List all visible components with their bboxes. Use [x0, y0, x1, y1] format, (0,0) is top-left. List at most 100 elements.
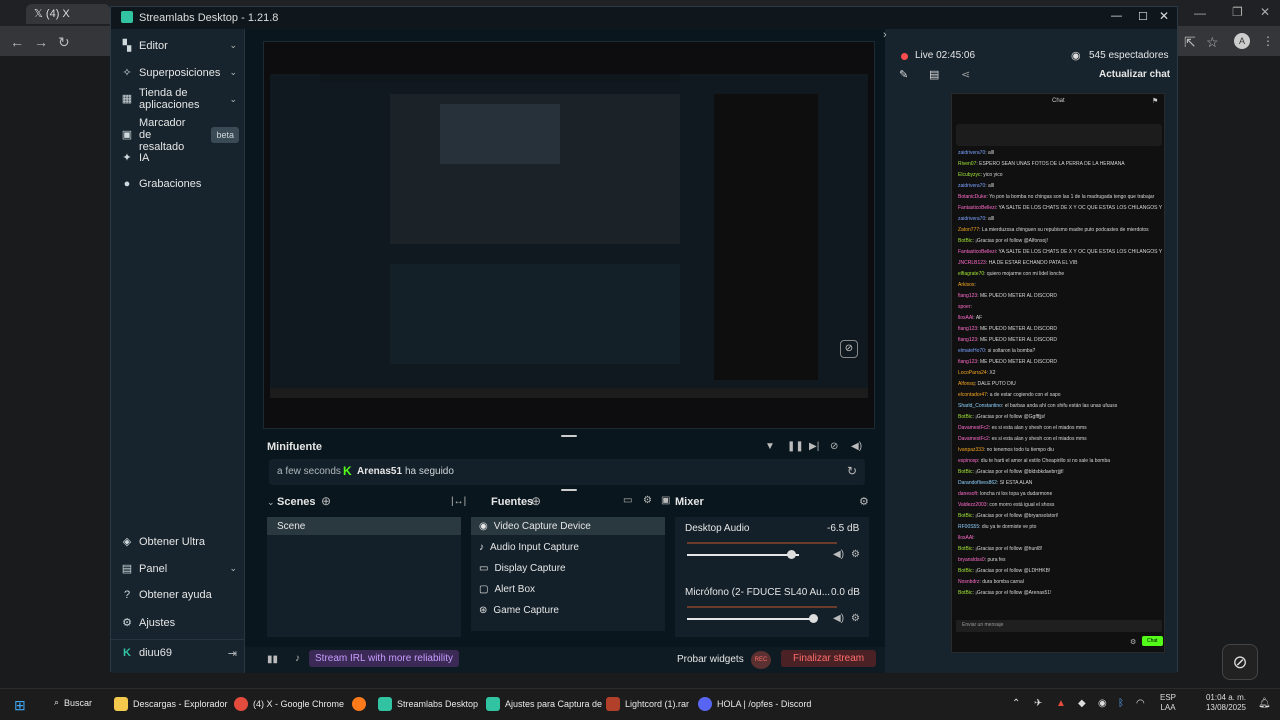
chat-username[interactable]: FantasticoBellezi: [958, 205, 996, 211]
profile-avatar[interactable]: A: [1234, 33, 1250, 49]
repeat-icon[interactable]: ↻: [847, 464, 857, 478]
pause-icon[interactable]: ❚❚: [787, 441, 804, 452]
mixer-settings-icon[interactable]: ⚙: [859, 495, 869, 508]
chat-username[interactable]: FantasticoBellezi: [958, 249, 996, 255]
tray-app-icon[interactable]: ◆: [1078, 698, 1086, 709]
test-widgets-button[interactable]: Probar widgets: [677, 654, 744, 665]
install-icon[interactable]: ⇱: [1184, 34, 1196, 51]
chat-username[interactable]: Darandoflives862: [958, 480, 997, 486]
chat-input[interactable]: Enviar un mensaje: [956, 620, 1162, 632]
add-source-icon[interactable]: ⊕: [531, 494, 541, 508]
windows-start-icon[interactable]: ⊞: [14, 697, 26, 714]
taskbar-app-streamlabs[interactable]: Streamlabs Desktop: [378, 697, 478, 711]
chat-username[interactable]: danesoft: [958, 491, 977, 497]
bookmark-icon[interactable]: ☆: [1206, 34, 1219, 51]
chat-username[interactable]: BotBic: [958, 546, 972, 552]
taskbar-app-winrar[interactable]: Lightcord (1).rar: [606, 697, 689, 711]
chat-username[interactable]: DavamestFc2: [958, 425, 989, 431]
info-icon[interactable]: ▤: [929, 68, 939, 81]
speaker-icon[interactable]: ◀): [833, 613, 844, 624]
edit-icon[interactable]: ✎: [899, 68, 908, 81]
chat-username[interactable]: DavamestFc2: [958, 436, 989, 442]
chat-username[interactable]: BotanicDuke: [958, 194, 986, 200]
taskbar-app-firefox[interactable]: [352, 697, 366, 711]
wifi-icon[interactable]: ◠: [1136, 698, 1145, 709]
volume-slider[interactable]: [787, 550, 796, 559]
close-icon[interactable]: ✕: [1159, 9, 1169, 23]
sidebar-item-panel[interactable]: ▤ Panel ⌄: [121, 562, 239, 576]
tray-app-icon[interactable]: ◉: [1098, 698, 1107, 709]
sidebar-item-app-store[interactable]: ▦ Tienda de aplicaciones ⌄: [121, 87, 239, 111]
source-settings-icon[interactable]: ⚙: [643, 495, 652, 506]
source-item[interactable]: ▭ Display Capture: [479, 563, 566, 574]
chat-username[interactable]: BotBic: [958, 590, 972, 596]
chat-username[interactable]: Riven07: [958, 161, 976, 167]
notifications-icon[interactable]: 🔔︎: [1258, 698, 1271, 709]
chat-username[interactable]: elmateHo70: [958, 348, 985, 354]
taskbar-app-chrome[interactable]: (4) X - Google Chrome: [234, 697, 344, 711]
tray-app-icon[interactable]: ▲: [1056, 698, 1066, 709]
chat-username[interactable]: JNCRLB123: [958, 260, 986, 266]
user-profile[interactable]: Kdiuu69 ⇥: [121, 647, 239, 660]
sidebar-item-ultra[interactable]: ◈ Obtener Ultra: [121, 535, 239, 549]
irl-promo-link[interactable]: Stream IRL with more reliability: [309, 650, 460, 667]
logout-icon[interactable]: ⇥: [228, 647, 237, 660]
source-item[interactable]: ◉ Video Capture Device: [479, 521, 591, 532]
record-button[interactable]: REC: [751, 651, 771, 669]
chrome-close-icon[interactable]: ✕: [1260, 5, 1270, 19]
performance-icon[interactable]: ▮▮: [267, 654, 278, 665]
chat-username[interactable]: Ivanpaz333: [958, 447, 984, 453]
back-icon[interactable]: ←: [10, 34, 24, 50]
chat-username[interactable]: spoer: [958, 304, 971, 310]
gear-icon[interactable]: ⚙: [851, 549, 860, 560]
chat-send-button[interactable]: Chat: [1142, 636, 1163, 646]
maximize-icon[interactable]: ☐: [1138, 10, 1148, 23]
chat-username[interactable]: Sharld_Constantino: [958, 403, 1002, 409]
share-icon[interactable]: ⋖: [961, 68, 970, 81]
tray-chevron-icon[interactable]: ⌃: [1012, 698, 1020, 709]
sidebar-item-highlighter[interactable]: ▣ Marcador de resaltado beta: [121, 117, 239, 153]
taskbar-search[interactable]: ⌕ Buscar: [54, 697, 92, 708]
chat-username[interactable]: llosAAl: [958, 535, 973, 541]
forward-icon[interactable]: →: [34, 34, 48, 50]
sidebar-item-editor[interactable]: ▚ Editor ⌄: [121, 39, 239, 53]
taskbar-app-discord[interactable]: HOLA | /opfes - Discord: [698, 697, 811, 711]
chat-username[interactable]: espinosp: [958, 458, 978, 464]
chat-username[interactable]: bryansldss0: [958, 557, 985, 563]
sidebar-item-settings[interactable]: ⚙ Ajustes: [121, 616, 239, 630]
chat-username[interactable]: BotBic: [958, 513, 972, 519]
source-item[interactable]: ♪ Audio Input Capture: [479, 542, 579, 553]
source-group-icon[interactable]: ▭: [623, 495, 632, 506]
chat-username[interactable]: Arkisos: [958, 282, 974, 288]
sidebar-item-ai[interactable]: ✦ IA: [121, 151, 239, 165]
filter-icon[interactable]: ▼: [765, 441, 775, 452]
chat-username[interactable]: BotBic: [958, 238, 972, 244]
volume-icon[interactable]: ◀): [851, 441, 862, 452]
clock[interactable]: 01:04 a. m. 13/08/2025: [1194, 693, 1246, 713]
refresh-chat-button[interactable]: Actualizar chat: [1099, 69, 1170, 80]
mute-alerts-icon[interactable]: ⊘: [830, 441, 838, 452]
chat-username[interactable]: Valdezz2003: [958, 502, 987, 508]
overlay-logo-icon[interactable]: ⊘: [1222, 644, 1258, 680]
gear-icon[interactable]: ⚙: [851, 613, 860, 624]
chat-username[interactable]: fiang123: [958, 293, 977, 299]
minimize-icon[interactable]: —: [1111, 10, 1122, 22]
taskbar-app-streamlabs-settings[interactable]: Ajustes para Captura de: [486, 697, 602, 711]
chat-username[interactable]: zaidrivera70: [958, 150, 985, 156]
reload-icon[interactable]: ↻: [58, 34, 70, 51]
notification-icon[interactable]: ♪: [295, 653, 300, 664]
scene-transition-icon[interactable]: |↔|: [451, 496, 466, 507]
tray-app-icon[interactable]: ✈: [1034, 698, 1042, 709]
chat-username[interactable]: BotBic: [958, 414, 972, 420]
chat-username[interactable]: fiang123: [958, 337, 977, 343]
source-item[interactable]: ⊛ Game Capture: [479, 605, 559, 616]
speaker-icon[interactable]: ◀): [833, 549, 844, 560]
chat-username[interactable]: Nosnbdrz: [958, 579, 979, 585]
bluetooth-icon[interactable]: ᛒ: [1118, 698, 1124, 709]
chrome-maximize-icon[interactable]: ❐: [1232, 5, 1243, 19]
chat-username[interactable]: Alfonsq: [958, 381, 975, 387]
volume-slider[interactable]: [809, 614, 818, 623]
scene-item[interactable]: Scene: [267, 517, 461, 535]
chat-username[interactable]: BotBic: [958, 568, 972, 574]
language-indicator[interactable]: ESP LAA: [1160, 693, 1176, 713]
